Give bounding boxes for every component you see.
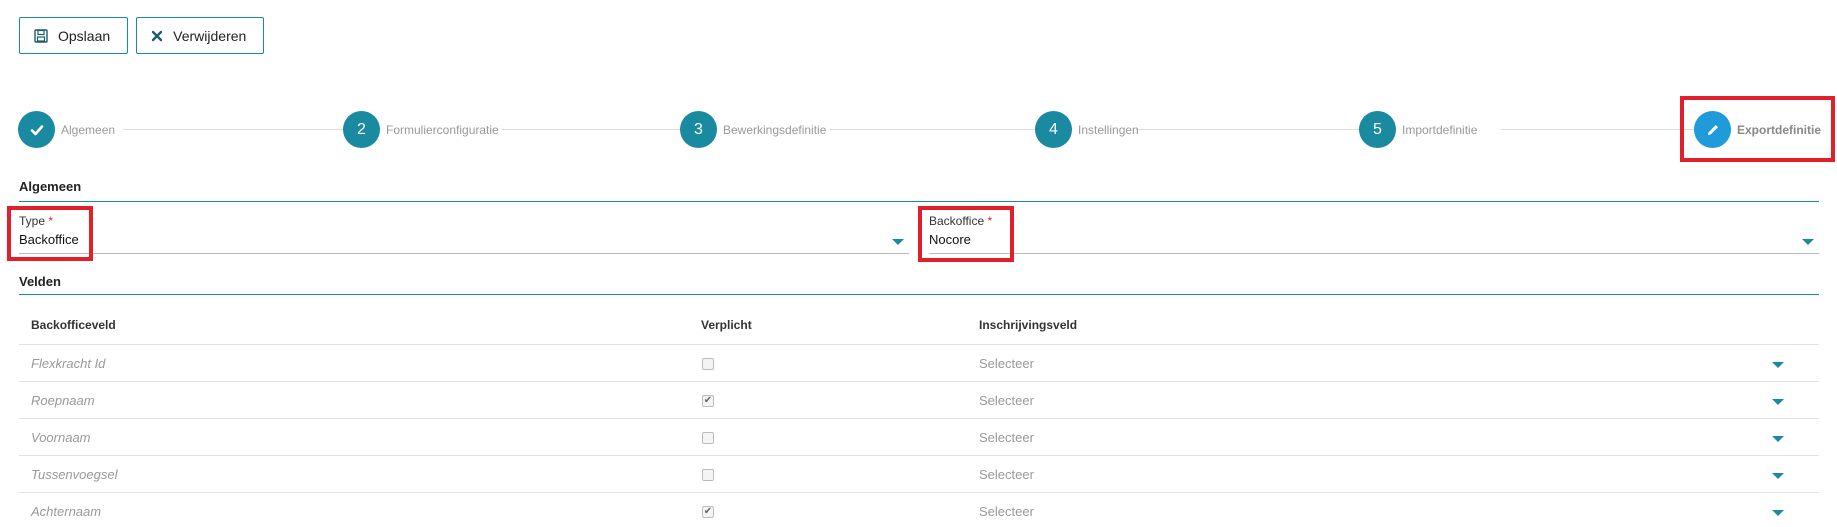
step-algemeen[interactable]: Algemeen (18, 111, 115, 148)
step-bewerkingsdefinitie[interactable]: 3 Bewerkingsdefinitie (680, 111, 826, 148)
table-row: Voornaam Selecteer (19, 418, 1819, 456)
save-button[interactable]: Opslaan (19, 17, 129, 54)
select-placeholder: Selecteer (979, 467, 1034, 482)
required-checkbox[interactable] (702, 358, 714, 370)
step-connector (1501, 129, 1699, 130)
table-row: Tussenvoegsel Selecteer (19, 455, 1819, 493)
required-checkbox[interactable]: ✔ (702, 506, 714, 518)
step-label: Bewerkingsdefinitie (723, 122, 827, 137)
backoffice-label: Backoffice * (929, 214, 993, 228)
section-title-fields: Velden (19, 274, 61, 289)
table-row: Flexkracht Id Selecteer (19, 344, 1819, 382)
step-number: 4 (1035, 111, 1072, 148)
step-instellingen[interactable]: 4 Instellingen (1035, 111, 1139, 148)
step-label: Formulierconfiguratie (386, 122, 499, 137)
delete-button[interactable]: Verwijderen (136, 17, 265, 54)
toolbar: Opslaan Verwijderen (19, 17, 265, 54)
chevron-down-icon[interactable] (1772, 473, 1784, 479)
step-label: Importdefinitie (1402, 122, 1478, 137)
chevron-down-icon[interactable] (1772, 436, 1784, 442)
section-divider (19, 201, 1819, 202)
type-value: Backoffice (19, 232, 79, 247)
step-connector (830, 129, 1047, 130)
step-connector (1136, 129, 1373, 130)
backoffice-field-name: Roepnaam (31, 393, 95, 408)
column-header: Verplicht (701, 318, 752, 332)
chevron-down-icon[interactable] (1772, 399, 1784, 405)
floppy-disk-icon (34, 28, 48, 43)
registration-field-select[interactable]: Selecteer (977, 493, 1796, 527)
backoffice-select[interactable]: Backoffice * Nocore (929, 214, 1819, 254)
registration-field-select[interactable]: Selecteer (977, 419, 1796, 456)
select-placeholder: Selecteer (979, 393, 1034, 408)
step-label: Instellingen (1078, 122, 1139, 137)
registration-field-select[interactable]: Selecteer (977, 345, 1796, 382)
registration-field-select[interactable]: Selecteer (977, 382, 1796, 419)
highlight-box (1680, 96, 1835, 162)
chevron-down-icon[interactable] (1802, 239, 1814, 245)
step-number: 5 (1359, 111, 1396, 148)
chevron-down-icon[interactable] (1772, 510, 1784, 516)
section-divider (19, 294, 1819, 295)
required-checkbox[interactable] (702, 432, 714, 444)
chevron-down-icon[interactable] (892, 239, 904, 245)
save-button-label: Opslaan (58, 27, 111, 44)
required-checkbox[interactable] (702, 469, 714, 481)
required-checkbox[interactable]: ✔ (702, 395, 714, 407)
registration-field-select[interactable]: Selecteer (977, 456, 1796, 493)
check-icon (18, 111, 55, 148)
column-header: Backofficeveld (31, 318, 116, 332)
type-select[interactable]: Type * Backoffice (19, 214, 909, 254)
step-number: 3 (680, 111, 717, 148)
backoffice-field-name: Flexkracht Id (31, 356, 106, 371)
step-connector (123, 129, 358, 130)
step-number: 2 (343, 111, 380, 148)
select-placeholder: Selecteer (979, 430, 1034, 445)
table-row: Roepnaam ✔ Selecteer (19, 381, 1819, 419)
column-header: Inschrijvingsveld (979, 318, 1078, 332)
table-row: Achternaam ✔ Selecteer (19, 492, 1819, 527)
type-label: Type * (19, 214, 54, 228)
backoffice-field-name: Achternaam (31, 504, 102, 519)
step-label: Algemeen (61, 122, 116, 137)
backoffice-field-name: Voornaam (31, 430, 91, 445)
step-importdefinitie[interactable]: 5 Importdefinitie (1359, 111, 1477, 148)
select-placeholder: Selecteer (979, 356, 1034, 371)
wizard-stepper: Algemeen 2 Formulierconfiguratie 3 Bewer… (18, 111, 1821, 149)
delete-button-label: Verwijderen (173, 27, 247, 44)
backoffice-field-name: Tussenvoegsel (31, 467, 118, 482)
chevron-down-icon[interactable] (1772, 362, 1784, 368)
section-title-general: Algemeen (19, 179, 82, 194)
step-connector (502, 129, 694, 130)
backoffice-value: Nocore (929, 232, 971, 247)
close-icon (151, 30, 163, 42)
highlight-box (918, 206, 1014, 262)
select-placeholder: Selecteer (979, 504, 1034, 519)
step-formulierconfiguratie[interactable]: 2 Formulierconfiguratie (343, 111, 499, 148)
highlight-box (7, 206, 93, 261)
